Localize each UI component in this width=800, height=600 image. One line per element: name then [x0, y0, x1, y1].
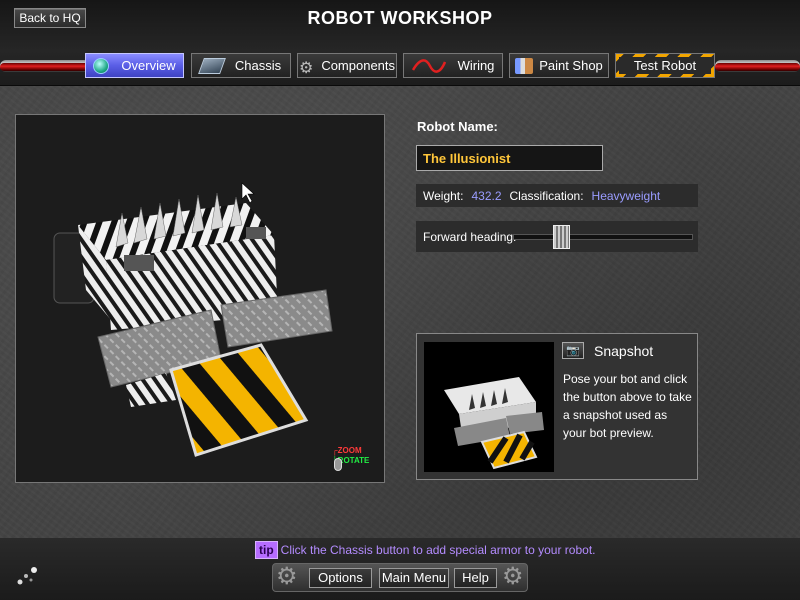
forward-heading-slider-thumb[interactable] [553, 225, 571, 249]
tab-bar: Overview Chassis ⚙ Components Wiring Pai… [0, 53, 800, 79]
chassis-icon [197, 57, 226, 74]
weight-value: 432.2 [471, 189, 502, 203]
tab-test-robot[interactable]: Test Robot [615, 53, 715, 78]
robot-3d-viewport[interactable] [15, 114, 385, 483]
gear-icon: ⚙ [298, 59, 314, 77]
tab-label: Components [321, 58, 396, 73]
mouse-icon [334, 458, 342, 471]
tab-overview[interactable]: Overview [85, 53, 184, 78]
gear-icon-right: ⚙ [502, 563, 524, 590]
globe-icon [93, 57, 110, 74]
forward-heading-label: Forward heading: [423, 230, 517, 244]
classification-label: Classification: [509, 189, 584, 203]
wire-icon [411, 58, 446, 73]
robot-stats-bar: Weight: 432.2 Classification: Heavyweight [416, 184, 698, 207]
weight-label: Weight: [423, 189, 464, 203]
paint-icon [515, 57, 534, 74]
rotate-legend-label: ROTATE [337, 456, 370, 465]
tip-badge: tip [255, 541, 278, 559]
camera-snapshot-button[interactable]: 📷 [562, 342, 584, 359]
tab-wiring[interactable]: Wiring [403, 53, 503, 78]
classification-value: Heavyweight [591, 189, 661, 203]
snapshot-description: Pose your bot and click the button above… [563, 372, 692, 440]
camera-icon: 📷 [566, 345, 580, 357]
main-menu-button[interactable]: Main Menu [379, 568, 449, 588]
snapshot-robot-image [444, 377, 544, 470]
forward-heading-slider[interactable] [513, 234, 693, 240]
tab-paint-shop[interactable]: Paint Shop [509, 53, 609, 78]
tab-chassis[interactable]: Chassis [191, 53, 291, 78]
zoom-legend-label: ZOOM [337, 446, 362, 455]
robot-name-label: Robot Name: [417, 119, 498, 134]
snapshot-preview [424, 342, 554, 472]
options-button[interactable]: Options [309, 568, 372, 588]
tip-line: tip Click the Chassis button to add speci… [255, 541, 596, 559]
page-title: ROBOT WORKSHOP [307, 8, 493, 28]
robot-name-input[interactable]: The Illusionist [416, 145, 603, 171]
tab-label: Chassis [234, 58, 282, 73]
tab-label: Overview [121, 58, 176, 73]
gear-icon-left: ⚙ [276, 563, 298, 590]
tab-components[interactable]: ⚙ Components [297, 53, 397, 78]
tip-text: Click the Chassis button to add special … [280, 543, 596, 557]
snapshot-title: Snapshot [594, 343, 654, 359]
tab-label: Paint Shop [539, 58, 603, 73]
tab-label: Test Robot [619, 57, 711, 74]
robot-model [53, 182, 333, 457]
loading-dots-icon [17, 567, 37, 585]
help-button[interactable]: Help [454, 568, 497, 588]
tab-label: Wiring [457, 58, 495, 73]
